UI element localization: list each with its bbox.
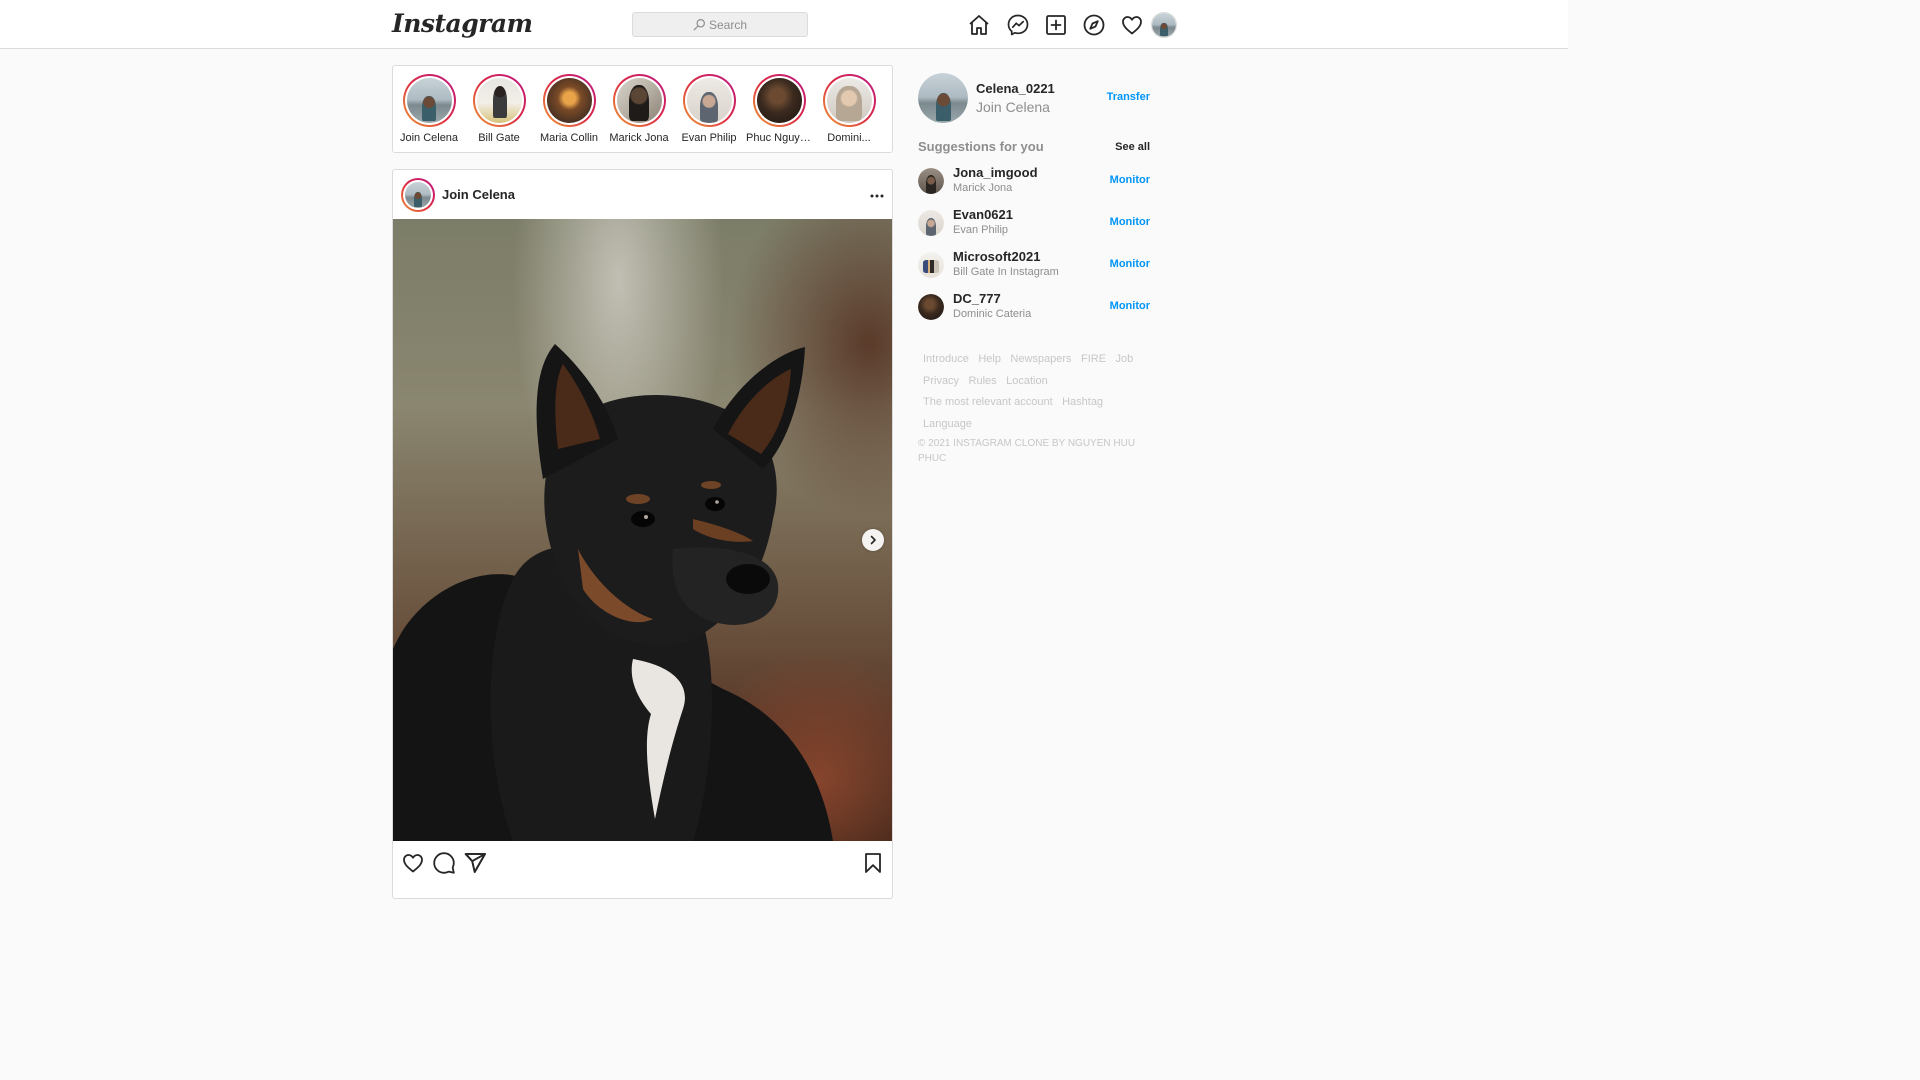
story-ring — [402, 74, 456, 127]
story-item[interactable]: Phuc Nguyen — [744, 74, 814, 144]
story-label: Domini... — [827, 132, 871, 144]
story-ring — [682, 74, 736, 127]
story-label: Maria Collin — [539, 132, 599, 144]
stories-tray: Join Celena Bill Gate Maria Collin Maric… — [392, 65, 893, 153]
post-actions — [393, 841, 892, 885]
suggestion-subtitle: Bill Gate In Instagram — [953, 266, 1059, 278]
avatar — [686, 78, 732, 123]
story-item[interactable]: Maria Collin — [534, 74, 604, 144]
share-send-icon[interactable] — [463, 851, 487, 875]
story-item[interactable]: Marick Jona — [604, 74, 674, 144]
current-user-avatar[interactable] — [918, 73, 968, 123]
profile-avatar-nav[interactable] — [1151, 12, 1177, 38]
suggestion-item: Jona_imgood Marick Jona Monitor — [918, 164, 1150, 206]
story-label: Join Celena — [399, 132, 459, 144]
follow-button[interactable]: Monitor — [1110, 216, 1150, 228]
avatar — [616, 78, 662, 123]
follow-button[interactable]: Monitor — [1110, 300, 1150, 312]
search-icon — [693, 19, 705, 31]
comment-icon[interactable] — [432, 851, 456, 875]
footer-link-fire[interactable]: FIRE — [1081, 349, 1106, 370]
current-user-fullname: Join Celena — [976, 99, 1050, 115]
footer-link-rules[interactable]: Rules — [969, 371, 997, 392]
story-item[interactable]: Domini... — [814, 74, 884, 144]
story-label: Evan Philip — [681, 132, 737, 144]
story-item[interactable]: Evan Philip — [674, 74, 744, 144]
follow-button[interactable]: Monitor — [1110, 174, 1150, 186]
post-author-avatar[interactable] — [401, 178, 435, 212]
see-all-link[interactable]: See all — [1115, 141, 1150, 153]
suggestion-avatar[interactable] — [918, 294, 944, 320]
chevron-right-icon — [870, 535, 876, 545]
footer-link-hashtag[interactable]: Hashtag — [1062, 392, 1103, 413]
footer-link-help[interactable]: Help — [978, 349, 1001, 370]
story-ring — [472, 74, 526, 127]
suggestion-avatar[interactable] — [918, 210, 944, 236]
switch-account-link[interactable]: Transfer — [1107, 91, 1150, 103]
post-author-username[interactable]: Join Celena — [442, 187, 515, 202]
story-ring — [542, 74, 596, 127]
suggestion-item: Microsoft2021 Bill Gate In Instagram Mon… — [918, 248, 1150, 290]
suggestions-header: Suggestions for you See all — [918, 139, 1150, 157]
avatar — [826, 78, 872, 123]
suggestion-username[interactable]: Evan0621 — [953, 207, 1013, 222]
dog-illustration — [393, 344, 833, 841]
story-label: Marick Jona — [609, 132, 669, 144]
bookmark-icon[interactable] — [861, 851, 885, 875]
suggestion-subtitle: Evan Philip — [953, 224, 1009, 236]
follow-button[interactable]: Monitor — [1110, 258, 1150, 270]
footer-link-relevant-account[interactable]: The most relevant account — [923, 392, 1053, 413]
suggestions-title: Suggestions for you — [918, 139, 1044, 154]
suggestion-username[interactable]: Jona_imgood — [953, 165, 1038, 180]
avatar — [546, 78, 592, 123]
suggestion-avatar[interactable] — [918, 252, 944, 278]
story-ring — [822, 74, 876, 127]
messenger-icon[interactable] — [1005, 12, 1031, 38]
suggestion-username[interactable]: Microsoft2021 — [953, 249, 1040, 264]
suggestion-subtitle: Dominic Cateria — [953, 308, 1032, 320]
avatar — [476, 78, 522, 123]
avatar — [406, 78, 452, 123]
like-heart-icon[interactable] — [401, 851, 425, 875]
footer-link-location[interactable]: Location — [1006, 371, 1048, 392]
avatar — [405, 182, 431, 208]
story-item[interactable]: Join Celena — [394, 74, 464, 144]
activity-heart-icon[interactable] — [1119, 12, 1145, 38]
avatar — [1152, 13, 1176, 37]
story-item[interactable]: Bill Gate — [464, 74, 534, 144]
footer-link-newspapers[interactable]: Newspapers — [1010, 349, 1071, 370]
home-icon[interactable] — [966, 12, 992, 38]
current-user-username[interactable]: Celena_0221 — [976, 81, 1055, 96]
suggestions-list: Jona_imgood Marick Jona Monitor Evan0621… — [918, 164, 1150, 332]
footer-link-job[interactable]: Job — [1116, 349, 1134, 370]
post-photo[interactable] — [393, 219, 892, 841]
instagram-logo[interactable]: Instagram — [392, 6, 533, 42]
top-navbar: Instagram — [0, 0, 1568, 49]
suggestion-item: Evan0621 Evan Philip Monitor — [918, 206, 1150, 248]
suggestion-username[interactable]: DC_777 — [953, 291, 1001, 306]
next-photo-button[interactable] — [862, 529, 884, 551]
suggestion-subtitle: Marick Jona — [953, 182, 1013, 194]
suggestion-item: DC_777 Dominic Cateria Monitor — [918, 290, 1150, 332]
footer-link-introduce[interactable]: Introduce — [923, 349, 969, 370]
suggestion-avatar[interactable] — [918, 168, 944, 194]
story-ring — [612, 74, 666, 127]
footer-link-language[interactable]: Language — [923, 414, 972, 435]
feed-post: Join Celena — [392, 169, 893, 899]
more-options-icon[interactable] — [869, 188, 885, 204]
current-user-card: Celena_0221 Join Celena Transfer — [918, 73, 1150, 123]
story-ring — [752, 74, 806, 127]
story-label: Phuc Nguyen — [746, 132, 813, 144]
footer-links: Introduce Help Newspapers FIRE Job Priva… — [918, 348, 1140, 434]
post-header: Join Celena — [393, 170, 892, 220]
copyright-text: © 2021 INSTAGRAM CLONE BY NGUYEN HUU PHU… — [918, 438, 1136, 464]
new-post-icon[interactable] — [1043, 12, 1069, 38]
footer-link-privacy[interactable]: Privacy — [923, 371, 959, 392]
avatar — [918, 73, 968, 123]
avatar — [756, 78, 802, 123]
search-box[interactable] — [632, 12, 808, 37]
story-label: Bill Gate — [478, 132, 520, 144]
search-input[interactable] — [709, 16, 805, 33]
explore-icon[interactable] — [1081, 12, 1107, 38]
